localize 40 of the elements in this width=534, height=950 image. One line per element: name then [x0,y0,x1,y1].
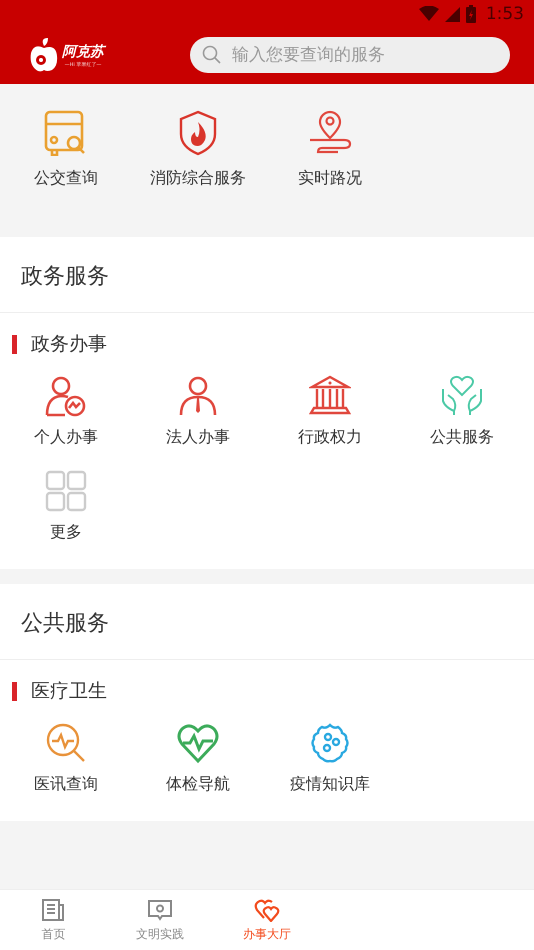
group-marker [12,682,17,700]
chat-icon [147,898,174,922]
person-tie-icon [177,375,219,417]
pulse-search-icon [45,722,87,764]
signal-icon [444,6,460,22]
service-item[interactable]: 医讯查询 [0,722,132,795]
group-title: 政务办事 [31,332,107,357]
battery-icon [466,5,476,23]
group-marker [12,334,17,354]
service-item[interactable]: 个人办事 [0,375,132,448]
newspaper-icon [40,898,66,922]
nav-tab[interactable]: 办事大厅 [214,890,320,950]
building-icon [309,375,351,417]
location-pin-icon [308,110,352,156]
quick-link[interactable]: 实时路况 [264,110,396,237]
service-item[interactable]: 疫情知识库 [264,722,396,795]
quick-link[interactable]: 消防综合服务 [132,110,264,237]
hearts-icon [254,898,280,922]
service-item[interactable]: 体检导航 [132,722,264,795]
heart-hands-icon [441,375,483,417]
person-chart-icon [45,375,87,417]
nav-tab[interactable]: 文明实践 [106,890,214,950]
nav-tab[interactable]: 首页 [0,890,107,950]
grid-icon [45,470,87,512]
service-item[interactable]: 法人办事 [132,375,264,448]
wifi-icon [418,6,439,22]
search-icon [202,45,222,65]
search-field[interactable]: 输入您要查询的服务 [190,37,510,73]
section-title: 公共服务 [0,584,534,660]
logo-name: 阿克苏 [62,42,104,60]
group-title: 医疗卫生 [31,679,107,704]
heart-pulse-icon [177,722,219,764]
quick-link[interactable]: 公交查询 [0,110,132,237]
service-item[interactable]: 公共服务 [396,375,528,448]
virus-icon [309,722,351,764]
service-item[interactable]: 更多 [0,470,132,543]
status-time: 1:53 [486,4,524,24]
section-title: 政务服务 [0,237,534,313]
apple-logo-icon [30,38,58,72]
service-item[interactable]: 行政权力 [264,375,396,448]
